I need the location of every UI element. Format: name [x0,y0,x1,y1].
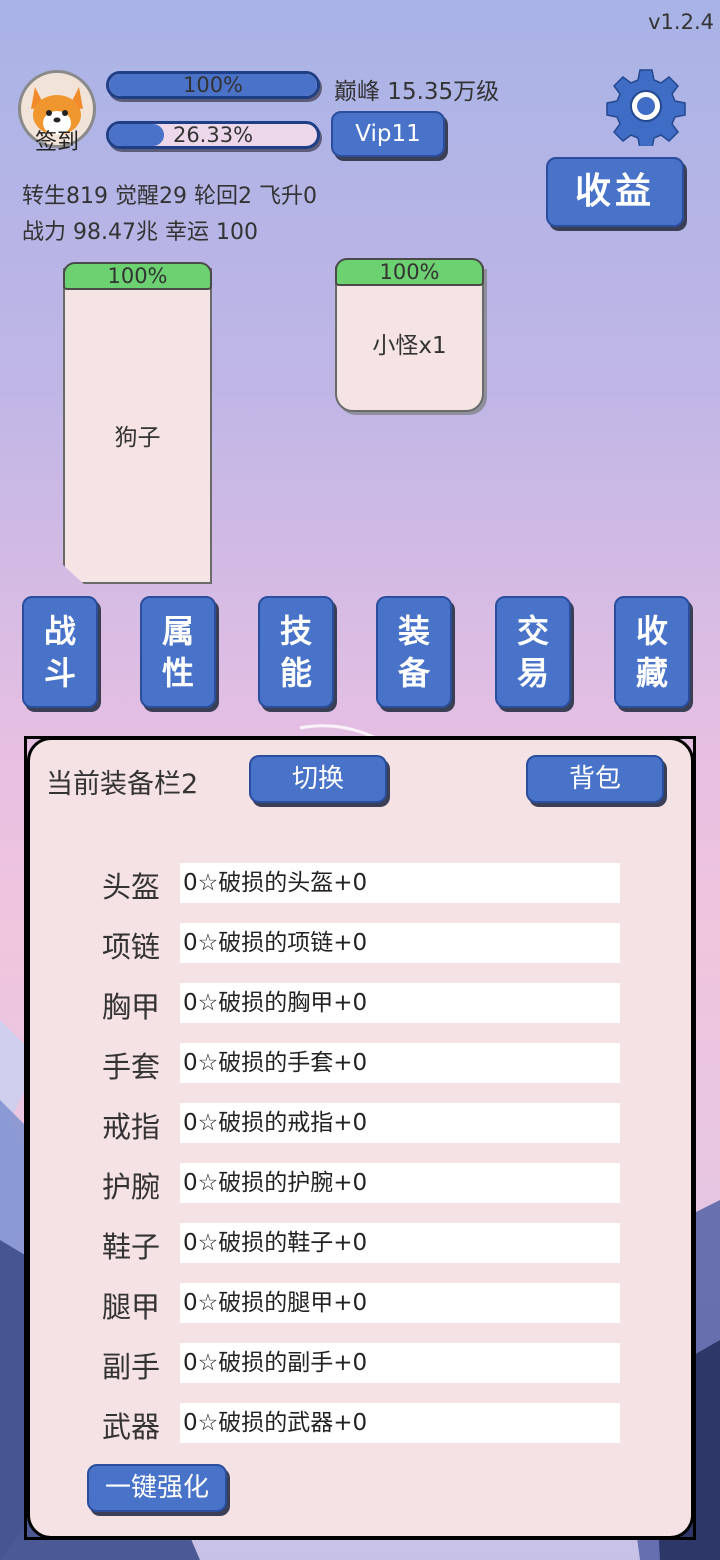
slot-label-leggings: 腿甲 [102,1290,161,1324]
nav-trade-button[interactable]: 交 易 [495,596,571,708]
bag-button[interactable]: 背包 [526,755,664,803]
slot-label-helmet: 头盔 [102,870,161,904]
exp-progress-text: 100% [182,73,244,97]
nav-label-top: 装 [397,612,430,650]
slot-value-gloves[interactable]: 0☆破损的手套+0 [180,1043,620,1083]
enemy-hp-bar: 100% [335,258,484,286]
nav-label-top: 战 [43,612,76,650]
nav-label-bottom: 藏 [635,654,668,692]
slot-value-bracer[interactable]: 0☆破损的护腕+0 [180,1163,620,1203]
equipment-set-title: 当前装备栏2 [46,769,199,800]
slot-value-shoes[interactable]: 0☆破损的鞋子+0 [180,1223,620,1263]
player-name: 狗子 [114,425,161,451]
slot-value-offhand[interactable]: 0☆破损的副手+0 [180,1343,620,1383]
slot-value-necklace[interactable]: 0☆破损的项链+0 [180,923,620,963]
nav-label-top: 技 [279,612,312,650]
one-click-enhance-button[interactable]: 一键强化 [87,1464,227,1512]
slot-label-shoes: 鞋子 [102,1230,161,1264]
slot-value-leggings[interactable]: 0☆破损的腿甲+0 [180,1283,620,1323]
nav-label-top: 收 [635,612,668,650]
stats-rebirth: 转生819 觉醒29 轮回2 飞升0 [22,184,317,209]
nav-label-top: 交 [516,612,549,650]
enemy-name: 小怪x1 [372,333,447,359]
exp-progress-bar: 100% [106,71,320,99]
slot-label-gloves: 手套 [102,1050,161,1084]
slot-label-chest: 胸甲 [102,990,161,1024]
slot-label-necklace: 项链 [102,930,161,964]
nav-skills-button[interactable]: 技 能 [258,596,334,708]
nav-label-top: 属 [161,612,194,650]
slot-value-helmet[interactable]: 0☆破损的头盔+0 [180,863,620,903]
nav-label-bottom: 性 [161,654,194,692]
slot-value-ring[interactable]: 0☆破损的戒指+0 [180,1103,620,1143]
slot-label-weapon: 武器 [102,1410,161,1444]
level-label: 巅峰 15.35万级 [334,79,500,105]
nav-equipment-button[interactable]: 装 备 [376,596,452,708]
gear-icon [606,69,686,149]
nav-label-bottom: 斗 [43,654,76,692]
vip-progress-bar: 26.33% [106,121,320,149]
nav-attributes-button[interactable]: 属 性 [140,596,216,708]
vip-progress-text: 26.33% [172,123,254,147]
nav-label-bottom: 易 [516,654,549,692]
slot-label-ring: 戒指 [102,1110,161,1144]
slot-value-chest[interactable]: 0☆破损的胸甲+0 [180,983,620,1023]
switch-set-button[interactable]: 切换 [249,755,387,803]
version-label: v1.2.4 [648,10,714,34]
nav-label-bottom: 备 [397,654,430,692]
slot-label-bracer: 护腕 [102,1170,161,1204]
checkin-label[interactable]: 签到 [18,124,96,156]
slot-label-offhand: 副手 [102,1350,161,1384]
vip-button[interactable]: Vip11 [331,111,445,157]
slot-value-weapon[interactable]: 0☆破损的武器+0 [180,1403,620,1443]
nav-label-bottom: 能 [279,654,312,692]
player-hp-bar: 100% [63,262,212,290]
stats-power: 战力 98.47兆 幸运 100 [22,220,258,245]
income-button[interactable]: 收益 [546,157,684,227]
nav-battle-button[interactable]: 战 斗 [22,596,98,708]
settings-button[interactable] [606,66,686,149]
nav-collection-button[interactable]: 收 藏 [614,596,690,708]
